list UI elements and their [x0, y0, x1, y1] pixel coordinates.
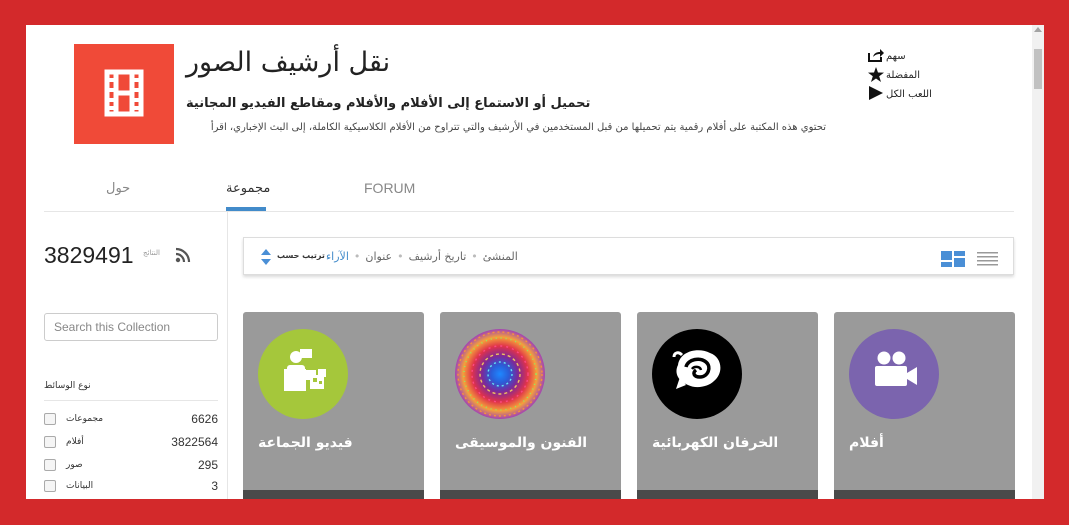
list-view-icon[interactable]	[977, 251, 998, 267]
collection-search-input[interactable]	[44, 313, 218, 341]
favorite-action[interactable]: المفضلة	[868, 66, 932, 85]
video-camera-icon	[849, 329, 939, 419]
facet-row[interactable]: أفلام 3822564	[44, 433, 218, 451]
tile-footer-bar	[243, 490, 424, 499]
tile-footer-bar	[637, 490, 818, 499]
page-subtitle: تحميل أو الاستماع إلى الأفلام والأفلام و…	[186, 96, 591, 111]
play-all-action[interactable]: اللعب الكل	[868, 85, 932, 104]
sort-arrows-icon[interactable]	[260, 248, 272, 270]
tile-view-icon[interactable]	[941, 251, 965, 267]
tile-footer-bar	[834, 490, 1015, 499]
collection-tile[interactable]: فيديو الجماعة	[243, 312, 424, 499]
sort-options: المنشئ•تاريخ أرشيف•عنوان•الآراء	[326, 250, 518, 263]
film-strip-icon	[104, 69, 144, 117]
facet-label: مجموعات	[66, 414, 104, 424]
sort-option-views[interactable]: الآراء	[326, 250, 349, 263]
collection-logo	[74, 44, 174, 144]
scrollbar-thumb[interactable]	[1034, 49, 1042, 89]
tile-footer-bar	[440, 490, 621, 499]
sort-bar: ترتيب حسب المنشئ•تاريخ أرشيف•عنوان•الآرا…	[243, 237, 1014, 275]
tab-forum[interactable]: FORUM	[364, 180, 415, 196]
facet-label: البيانات	[66, 481, 94, 491]
sidebar-divider	[227, 212, 228, 499]
collection-tile[interactable]: الخرفان الكهربائية	[637, 312, 818, 499]
facet-count: 6626	[191, 412, 218, 426]
facet-row[interactable]: البيانات 3	[44, 477, 218, 495]
sort-option-creator[interactable]: المنشئ	[483, 250, 518, 263]
tab-collection[interactable]: مجموعة	[226, 181, 270, 196]
tile-title: أفلام	[849, 435, 884, 451]
page-title: نقل أرشيف الصور	[186, 47, 391, 78]
tab-about[interactable]: حول	[106, 181, 130, 196]
facet-row[interactable]: مجموعات 6626	[44, 410, 218, 428]
page-description: تحتوي هذه المكتبة على أفلام رقمية يتم تح…	[210, 122, 826, 133]
tile-title: الخرفان الكهربائية	[652, 435, 779, 451]
play-all-label: اللعب الكل	[886, 89, 932, 100]
facet-checkbox[interactable]	[44, 459, 56, 471]
share-label: سهم	[886, 51, 906, 62]
page-window: نقل أرشيف الصور تحميل أو الاستماع إلى ال…	[26, 25, 1044, 499]
sort-label: ترتيب حسب	[277, 251, 325, 260]
facet-label: صور	[66, 460, 83, 470]
share-icon	[868, 48, 884, 65]
facet-title: نوع الوسائط	[44, 381, 91, 391]
psychedelic-art-image	[455, 329, 545, 419]
share-action[interactable]: سهم	[868, 47, 932, 66]
tile-title: الفنون والموسيقى	[455, 435, 588, 451]
results-label: النتائج	[143, 249, 160, 257]
community-video-icon	[258, 329, 348, 419]
tab-divider	[44, 211, 1014, 212]
scroll-up-arrow-icon[interactable]	[1034, 27, 1042, 32]
facet-count: 3822564	[171, 435, 218, 449]
action-links: سهم المفضلة اللعب الكل	[868, 47, 932, 104]
facet-label: أفلام	[66, 437, 84, 447]
facet-checkbox[interactable]	[44, 480, 56, 492]
tile-title: فيديو الجماعة	[258, 435, 353, 451]
facet-divider	[44, 400, 218, 401]
sort-option-title[interactable]: عنوان	[365, 250, 392, 263]
facet-count: 295	[197, 458, 218, 472]
facet-row[interactable]: صور 295	[44, 456, 218, 474]
collection-tile[interactable]: الفنون والموسيقى	[440, 312, 621, 499]
star-icon	[868, 66, 884, 85]
vertical-scrollbar[interactable]	[1032, 25, 1044, 499]
favorite-label: المفضلة	[886, 70, 921, 81]
results-count: 3829491	[44, 242, 134, 268]
rss-icon[interactable]	[175, 247, 191, 263]
electric-sheep-logo	[652, 329, 742, 419]
facet-checkbox[interactable]	[44, 413, 56, 425]
facet-checkbox[interactable]	[44, 436, 56, 448]
collection-tile[interactable]: أفلام	[834, 312, 1015, 499]
facet-count: 3	[211, 479, 218, 493]
play-icon	[868, 86, 884, 103]
sort-option-archive-date[interactable]: تاريخ أرشيف	[409, 250, 467, 263]
